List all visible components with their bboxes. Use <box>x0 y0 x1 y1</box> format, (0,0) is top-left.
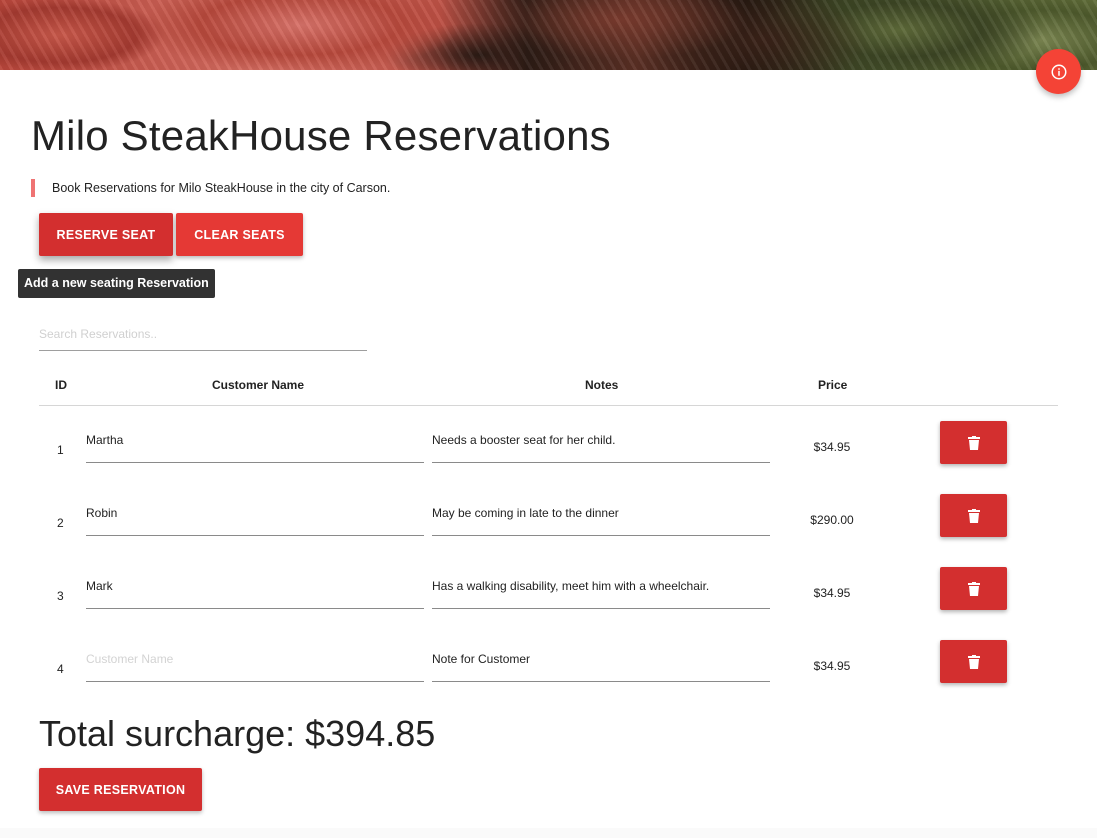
footer-strip <box>0 828 1097 838</box>
notes-field[interactable] <box>432 571 770 609</box>
column-header-notes: Notes <box>585 378 619 392</box>
customer-name-field[interactable] <box>86 571 424 609</box>
row-id: 2 <box>57 516 64 530</box>
hero-banner-image <box>0 0 1097 70</box>
row-price: $34.95 <box>813 440 851 454</box>
delete-reservation-button[interactable] <box>940 421 1007 464</box>
info-icon <box>1051 64 1066 79</box>
notes-field[interactable] <box>432 425 770 463</box>
clear-seats-button[interactable]: CLEAR SEATS <box>176 213 303 256</box>
page-description: Book Reservations for Milo SteakHouse in… <box>31 179 390 197</box>
search-input[interactable] <box>39 318 367 351</box>
table-row: 2 $290.00 <box>0 488 1097 548</box>
row-id: 4 <box>57 662 64 676</box>
delete-reservation-button[interactable] <box>940 567 1007 610</box>
table-row: 4 $34.95 <box>0 634 1097 694</box>
notes-field[interactable] <box>432 498 770 536</box>
reserve-seat-tooltip: Add a new seating Reservation <box>18 269 215 298</box>
table-row: 1 $34.95 <box>0 415 1097 475</box>
column-header-price: Price <box>818 378 848 392</box>
notes-field[interactable] <box>432 644 770 682</box>
trash-icon <box>967 654 980 669</box>
total-surcharge: Total surcharge: $394.85 <box>39 713 435 755</box>
delete-reservation-button[interactable] <box>940 640 1007 683</box>
total-surcharge-label: Total surcharge: <box>39 713 306 754</box>
page-title: Milo SteakHouse Reservations <box>31 112 611 159</box>
row-price: $34.95 <box>813 659 851 673</box>
trash-icon <box>967 581 980 596</box>
customer-name-field[interactable] <box>86 498 424 536</box>
row-id: 3 <box>57 589 64 603</box>
trash-icon <box>967 435 980 450</box>
trash-icon <box>967 508 980 523</box>
info-button[interactable] <box>1036 49 1081 94</box>
table-row: 3 $34.95 <box>0 561 1097 621</box>
total-surcharge-value: $394.85 <box>305 713 436 754</box>
column-header-id: ID <box>55 378 67 392</box>
row-price: $34.95 <box>813 586 851 600</box>
reservation-page: Milo SteakHouse Reservations Book Reserv… <box>0 0 1097 838</box>
delete-reservation-button[interactable] <box>940 494 1007 537</box>
table-header-divider <box>39 405 1058 406</box>
row-price: $290.00 <box>810 513 854 527</box>
customer-name-field[interactable] <box>86 644 424 682</box>
row-id: 1 <box>57 443 64 457</box>
customer-name-field[interactable] <box>86 425 424 463</box>
column-header-customer-name: Customer Name <box>212 378 305 392</box>
save-reservation-button[interactable]: SAVE RESERVATION <box>39 768 202 811</box>
reserve-seat-button[interactable]: RESERVE SEAT <box>39 213 173 256</box>
